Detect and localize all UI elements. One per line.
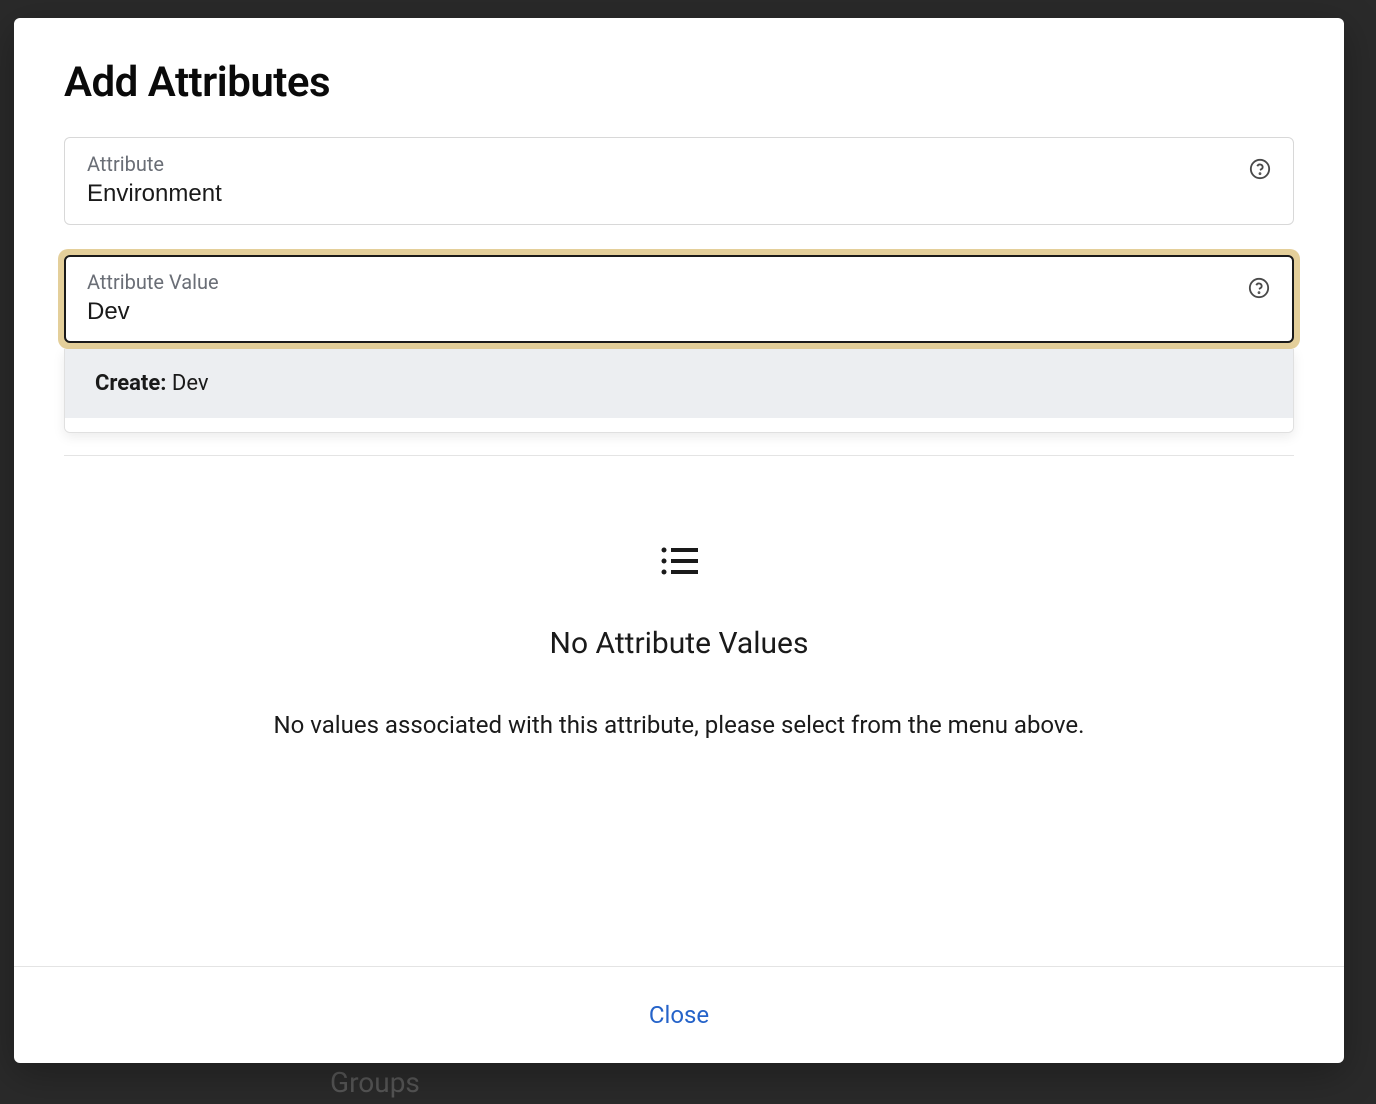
dropdown-spacer [65, 418, 1293, 432]
help-icon[interactable] [1249, 158, 1271, 180]
attribute-field[interactable]: Attribute [64, 137, 1294, 225]
empty-state: No Attribute Values No values associated… [64, 456, 1294, 739]
attribute-value-field[interactable]: Attribute Value [64, 255, 1294, 343]
autocomplete-dropdown: Create: Dev [64, 349, 1294, 433]
modal-title: Add Attributes [64, 58, 1294, 107]
attribute-value-field-label: Attribute Value [87, 270, 1271, 294]
empty-state-title: No Attribute Values [64, 626, 1294, 661]
list-icon [660, 546, 698, 576]
background-text: Groups [330, 1066, 420, 1099]
create-label: Create: [95, 371, 172, 396]
create-value: Dev [172, 371, 209, 396]
help-icon[interactable] [1248, 277, 1270, 299]
modal-body: Add Attributes Attribute Attribute Value [14, 18, 1344, 966]
attribute-value-field-wrap: Attribute Value [64, 255, 1294, 343]
modal-footer: Close [14, 966, 1344, 1063]
dropdown-create-option[interactable]: Create: Dev [65, 349, 1293, 418]
close-button[interactable]: Close [649, 1001, 709, 1029]
attribute-value-input[interactable] [87, 298, 1212, 326]
add-attributes-modal: Add Attributes Attribute Attribute Value [14, 18, 1344, 1063]
empty-state-description: No values associated with this attribute… [64, 711, 1294, 739]
attribute-input[interactable] [87, 180, 1212, 208]
attribute-field-label: Attribute [87, 152, 1271, 176]
